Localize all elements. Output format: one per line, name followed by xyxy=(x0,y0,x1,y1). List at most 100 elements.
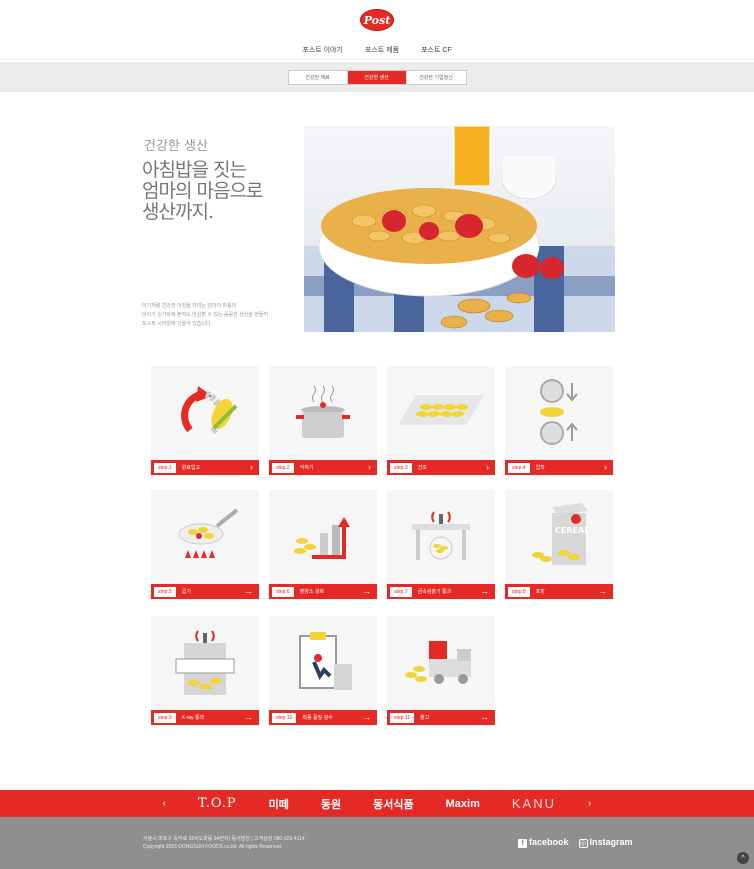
step-bar: step.11 출고 → xyxy=(387,710,495,725)
brand-logo-kanu[interactable]: KANU xyxy=(512,796,556,811)
post-logo[interactable]: Post xyxy=(360,9,394,31)
cereal-box-icon: CEREAL xyxy=(505,490,613,582)
step-name: 영양소 강화 xyxy=(299,589,325,595)
hero-description: 아기처럼 건강한 아침을 차리는 엄마의 마음이 아이가 손가락에 붙여도 안심… xyxy=(142,302,292,329)
brand-logo-dongwon[interactable]: 동원 xyxy=(321,796,341,812)
step-card-2[interactable]: step.2 익히기 › xyxy=(269,366,377,476)
step-number: step.5 xyxy=(154,586,176,597)
step-number: step.11 xyxy=(390,712,415,723)
step-bar: step.9 X-ray 통과 → xyxy=(151,710,259,725)
carousel-next-button[interactable]: › xyxy=(588,798,591,809)
step-card-11[interactable]: step.11 출고 → xyxy=(387,616,495,726)
brand-logo-dongsuh[interactable]: 동서식품 xyxy=(373,796,413,812)
arrow-right-icon: › xyxy=(486,462,489,472)
step-bar: step.5 굽기 → xyxy=(151,584,259,599)
step-card-4[interactable]: step.4 압착 › xyxy=(505,366,613,476)
drying-tray-icon xyxy=(387,366,495,458)
sub-tabs: 건강한 재료 건강한 생산 건강한 기업정신 xyxy=(287,69,467,85)
step-card-8[interactable]: CEREAL step.8 포장 → xyxy=(505,490,613,600)
production-steps: step.1 원료입고 › step.2 익히기 › step.3 건조 › s… xyxy=(145,360,620,738)
arrow-right-icon: → xyxy=(480,586,489,596)
nav-item-products[interactable]: 포스트 제품 xyxy=(365,45,399,55)
step-bar: step.3 건조 › xyxy=(387,460,495,475)
corn-recycle-icon xyxy=(151,366,259,458)
step-bar: step.2 익히기 › xyxy=(269,460,377,475)
facebook-link[interactable]: f facebook xyxy=(518,837,569,848)
step-name: 압착 xyxy=(535,465,545,471)
step-name: 원료입고 xyxy=(181,465,201,471)
brand-logo-top[interactable]: T.O.P xyxy=(198,796,237,811)
step-card-10[interactable]: step.10 최종 품질 검수 → xyxy=(269,616,377,726)
tab-healthy-spirit[interactable]: 건강한 기업정신 xyxy=(407,71,466,84)
tab-healthy-production[interactable]: 건강한 생산 xyxy=(347,70,407,84)
step-number: step.2 xyxy=(272,462,294,473)
step-name: 최종 품질 검수 xyxy=(302,715,333,721)
brand-logo-maxim[interactable]: Maxim xyxy=(446,798,480,810)
brand-logo-mitte[interactable]: 미떼 xyxy=(269,796,289,812)
step-name: 건조 xyxy=(417,465,427,471)
roller-press-icon xyxy=(505,366,613,458)
step-bar: step.4 압착 › xyxy=(505,460,613,475)
step-bar: step.8 포장 → xyxy=(505,584,613,599)
step-number: step.10 xyxy=(272,712,297,723)
tab-healthy-ingredients[interactable]: 건강한 재료 xyxy=(289,70,348,84)
carousel-prev-button[interactable]: ‹ xyxy=(163,798,166,809)
arrow-right-icon: → xyxy=(480,712,489,722)
step-bar: step.6 영양소 강화 → xyxy=(269,584,377,599)
footer: 서울시 마포구 독막로 324(도화동 54번지) 동서빌딩 | 고객상담 08… xyxy=(0,817,754,869)
hero-title-line: 생산까지. xyxy=(142,201,214,223)
arrow-right-icon: → xyxy=(244,586,253,596)
step-number: step.6 xyxy=(272,586,294,597)
nav-item-story[interactable]: 포스트 이야기 xyxy=(302,45,343,55)
instagram-link[interactable]: ◎ Instagram xyxy=(578,837,633,848)
step-bar: step.7 금속검출기 통과 → xyxy=(387,584,495,599)
facebook-label: facebook xyxy=(529,837,569,847)
step-card-3[interactable]: step.3 건조 › xyxy=(387,366,495,476)
instagram-label: Instagram xyxy=(589,837,633,848)
arrow-right-icon: → xyxy=(244,712,253,722)
step-name: 포장 xyxy=(535,589,545,595)
hero-title: 아침밥을 짓는 엄마의 마음으로 생산까지. xyxy=(142,160,292,223)
top-nav: 포스트 이야기 포스트 제품 포스트 CF xyxy=(0,40,754,60)
arrow-right-icon: › xyxy=(250,462,253,472)
step-bar: step.10 최종 품질 검수 → xyxy=(269,710,377,725)
step-name: 출고 xyxy=(420,715,430,721)
svg-text:CEREAL: CEREAL xyxy=(555,526,589,535)
roasting-pan-icon xyxy=(151,490,259,582)
step-number: step.7 xyxy=(390,586,412,597)
hero-desc-line: 포스트 시리얼에 깃들어 있습니다. xyxy=(142,321,212,327)
delivery-truck-icon xyxy=(387,616,495,708)
step-card-9[interactable]: step.9 X-ray 통과 → xyxy=(151,616,259,726)
step-card-1[interactable]: step.1 원료입고 › xyxy=(151,366,259,476)
sub-tab-bar: 건강한 재료 건강한 생산 건강한 기업정신 xyxy=(0,62,754,92)
step-number: step.4 xyxy=(508,462,530,473)
brand-carousel: ‹ T.O.P 미떼 동원 동서식품 Maxim KANU › xyxy=(0,790,754,817)
arrow-right-icon: → xyxy=(362,712,371,722)
scroll-top-button[interactable]: ^ xyxy=(737,852,749,864)
arrow-right-icon: › xyxy=(368,462,371,472)
footer-copyright: Copyright 2015 DONGSUH FOODS co.ltd. All… xyxy=(143,844,283,850)
xray-scan-icon xyxy=(151,616,259,708)
step-card-5[interactable]: step.5 굽기 → xyxy=(151,490,259,600)
nutrition-chart-icon xyxy=(269,490,377,582)
cooking-pot-icon xyxy=(269,366,377,458)
hero-desc-line: 아기처럼 건강한 아침을 차리는 엄마의 마음이 xyxy=(142,303,237,309)
step-name: 익히기 xyxy=(299,465,314,471)
step-bar: step.1 원료입고 › xyxy=(151,460,259,475)
step-number: step.1 xyxy=(154,462,176,473)
step-card-7[interactable]: step.7 금속검출기 통과 → xyxy=(387,490,495,600)
clipboard-inspection-icon xyxy=(269,616,377,708)
social-links: f facebook ◎ Instagram xyxy=(518,837,633,848)
arrow-right-icon: › xyxy=(604,462,607,472)
step-name: 금속검출기 통과 xyxy=(417,589,452,595)
metal-detector-icon xyxy=(387,490,495,582)
nav-item-cf[interactable]: 포스트 CF xyxy=(421,45,452,55)
step-number: step.9 xyxy=(154,712,176,723)
footer-address: 서울시 마포구 독막로 324(도화동 54번지) 동서빌딩 | 고객상담 08… xyxy=(143,836,305,842)
facebook-icon: f xyxy=(518,839,527,848)
footer-info: 서울시 마포구 독막로 324(도화동 54번지) 동서빌딩 | 고객상담 08… xyxy=(143,835,305,851)
step-card-6[interactable]: step.6 영양소 강화 → xyxy=(269,490,377,600)
step-number: step.3 xyxy=(390,462,412,473)
step-name: 굽기 xyxy=(181,589,191,595)
hero-title-line: 아침밥을 짓는 xyxy=(142,159,247,181)
